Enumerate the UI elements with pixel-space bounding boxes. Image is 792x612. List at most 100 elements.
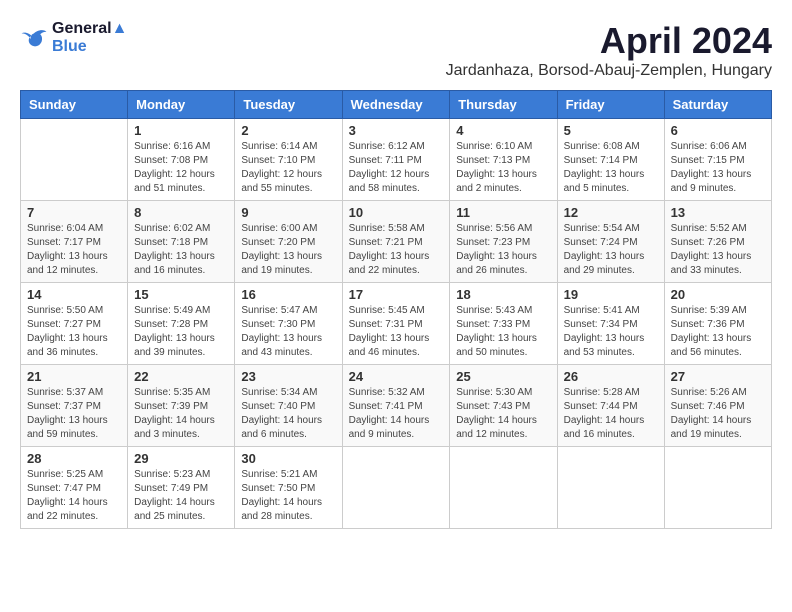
calendar-header-wednesday: Wednesday xyxy=(342,91,450,119)
day-number: 28 xyxy=(27,451,121,466)
day-number: 23 xyxy=(241,369,335,384)
day-info: Sunrise: 5:25 AM Sunset: 7:47 PM Dayligh… xyxy=(27,468,121,524)
day-number: 13 xyxy=(671,205,765,220)
calendar-cell: 5 Sunrise: 6:08 AM Sunset: 7:14 PM Daylig… xyxy=(557,119,664,201)
day-number: 11 xyxy=(456,205,550,220)
calendar-cell: 26Sunrise: 5:28 AM Sunset: 7:44 PM Dayli… xyxy=(557,365,664,447)
day-number: 7 xyxy=(27,205,121,220)
day-number: 30 xyxy=(241,451,335,466)
day-number: 3 xyxy=(349,123,444,138)
day-number: 12 xyxy=(564,205,658,220)
calendar-cell: 15 Sunrise: 5:49 AM Sunset: 7:28 PM Dayli… xyxy=(128,283,235,365)
day-info: Sunrise: 6:08 AM Sunset: 7:14 PM Dayligh… xyxy=(564,140,658,196)
day-info: Sunrise: 5:39 AM Sunset: 7:36 PM Dayligh… xyxy=(671,304,765,360)
day-number: 4 xyxy=(456,123,550,138)
calendar-cell: 19 Sunrise: 5:41 AM Sunset: 7:34 PM Dayli… xyxy=(557,283,664,365)
day-number: 14 xyxy=(27,287,121,302)
calendar-cell: 20Sunrise: 5:39 AM Sunset: 7:36 PM Dayli… xyxy=(664,283,771,365)
day-number: 10 xyxy=(349,205,444,220)
day-info: Sunrise: 6:00 AM Sunset: 7:20 PM Dayligh… xyxy=(241,222,335,278)
day-number: 6 xyxy=(671,123,765,138)
day-info: Sunrise: 5:21 AM Sunset: 7:50 PM Dayligh… xyxy=(241,468,335,524)
calendar-cell: 2 Sunrise: 6:14 AM Sunset: 7:10 PM Daylig… xyxy=(235,119,342,201)
day-number: 19 xyxy=(564,287,658,302)
day-info: Sunrise: 6:06 AM Sunset: 7:15 PM Dayligh… xyxy=(671,140,765,196)
calendar-cell: 28 Sunrise: 5:25 AM Sunset: 7:47 PM Dayli… xyxy=(21,447,128,529)
month-title: April 2024 xyxy=(446,20,772,62)
calendar-cell: 12 Sunrise: 5:54 AM Sunset: 7:24 PM Dayli… xyxy=(557,201,664,283)
calendar-cell: 16 Sunrise: 5:47 AM Sunset: 7:30 PM Dayli… xyxy=(235,283,342,365)
day-info: Sunrise: 6:16 AM Sunset: 7:08 PM Dayligh… xyxy=(134,140,228,196)
location-subtitle: Jardanhaza, Borsod-Abauj-Zemplen, Hungar… xyxy=(446,62,772,80)
calendar-cell: 3Sunrise: 6:12 AM Sunset: 7:11 PM Daylig… xyxy=(342,119,450,201)
calendar-cell: 17 Sunrise: 5:45 AM Sunset: 7:31 PM Dayli… xyxy=(342,283,450,365)
page-header: General▲ Blue April 2024 Jardanhaza, Bor… xyxy=(20,20,772,80)
calendar-cell: 14Sunrise: 5:50 AM Sunset: 7:27 PM Dayli… xyxy=(21,283,128,365)
calendar-cell: 30 Sunrise: 5:21 AM Sunset: 7:50 PM Dayli… xyxy=(235,447,342,529)
day-info: Sunrise: 5:54 AM Sunset: 7:24 PM Dayligh… xyxy=(564,222,658,278)
day-number: 27 xyxy=(671,369,765,384)
day-number: 17 xyxy=(349,287,444,302)
calendar-cell: 25Sunrise: 5:30 AM Sunset: 7:43 PM Dayli… xyxy=(450,365,557,447)
calendar-cell: 21 Sunrise: 5:37 AM Sunset: 7:37 PM Dayli… xyxy=(21,365,128,447)
calendar-table: SundayMondayTuesdayWednesdayThursdayFrid… xyxy=(20,90,772,529)
day-number: 24 xyxy=(349,369,444,384)
calendar-cell: 11 Sunrise: 5:56 AM Sunset: 7:23 PM Dayli… xyxy=(450,201,557,283)
calendar-cell: 13 Sunrise: 5:52 AM Sunset: 7:26 PM Dayli… xyxy=(664,201,771,283)
day-info: Sunrise: 5:26 AM Sunset: 7:46 PM Dayligh… xyxy=(671,386,765,442)
day-info: Sunrise: 5:47 AM Sunset: 7:30 PM Dayligh… xyxy=(241,304,335,360)
logo-icon xyxy=(20,27,48,49)
calendar-week-row: 21 Sunrise: 5:37 AM Sunset: 7:37 PM Dayli… xyxy=(21,365,772,447)
calendar-cell: 8Sunrise: 6:02 AM Sunset: 7:18 PM Daylig… xyxy=(128,201,235,283)
calendar-cell: 1 Sunrise: 6:16 AM Sunset: 7:08 PM Daylig… xyxy=(128,119,235,201)
calendar-cell: 9 Sunrise: 6:00 AM Sunset: 7:20 PM Daylig… xyxy=(235,201,342,283)
day-info: Sunrise: 5:43 AM Sunset: 7:33 PM Dayligh… xyxy=(456,304,550,360)
calendar-cell: 22Sunrise: 5:35 AM Sunset: 7:39 PM Dayli… xyxy=(128,365,235,447)
day-number: 15 xyxy=(134,287,228,302)
day-info: Sunrise: 5:56 AM Sunset: 7:23 PM Dayligh… xyxy=(456,222,550,278)
calendar-week-row: 7 Sunrise: 6:04 AM Sunset: 7:17 PM Daylig… xyxy=(21,201,772,283)
calendar-body: 1 Sunrise: 6:16 AM Sunset: 7:08 PM Daylig… xyxy=(21,119,772,529)
day-info: Sunrise: 5:28 AM Sunset: 7:44 PM Dayligh… xyxy=(564,386,658,442)
calendar-header-row: SundayMondayTuesdayWednesdayThursdayFrid… xyxy=(21,91,772,119)
day-info: Sunrise: 5:23 AM Sunset: 7:49 PM Dayligh… xyxy=(134,468,228,524)
day-info: Sunrise: 5:45 AM Sunset: 7:31 PM Dayligh… xyxy=(349,304,444,360)
day-number: 1 xyxy=(134,123,228,138)
day-info: Sunrise: 5:35 AM Sunset: 7:39 PM Dayligh… xyxy=(134,386,228,442)
day-info: Sunrise: 6:10 AM Sunset: 7:13 PM Dayligh… xyxy=(456,140,550,196)
calendar-cell: 29 Sunrise: 5:23 AM Sunset: 7:49 PM Dayli… xyxy=(128,447,235,529)
logo: General▲ Blue xyxy=(20,20,127,56)
calendar-cell: 7 Sunrise: 6:04 AM Sunset: 7:17 PM Daylig… xyxy=(21,201,128,283)
day-info: Sunrise: 5:49 AM Sunset: 7:28 PM Dayligh… xyxy=(134,304,228,360)
day-number: 25 xyxy=(456,369,550,384)
day-number: 16 xyxy=(241,287,335,302)
day-number: 5 xyxy=(564,123,658,138)
logo-text: General▲ Blue xyxy=(52,20,127,56)
calendar-header-friday: Friday xyxy=(557,91,664,119)
calendar-cell: 23 Sunrise: 5:34 AM Sunset: 7:40 PM Dayli… xyxy=(235,365,342,447)
calendar-week-row: 1 Sunrise: 6:16 AM Sunset: 7:08 PM Daylig… xyxy=(21,119,772,201)
day-info: Sunrise: 5:37 AM Sunset: 7:37 PM Dayligh… xyxy=(27,386,121,442)
day-info: Sunrise: 6:14 AM Sunset: 7:10 PM Dayligh… xyxy=(241,140,335,196)
calendar-week-row: 14Sunrise: 5:50 AM Sunset: 7:27 PM Dayli… xyxy=(21,283,772,365)
calendar-cell xyxy=(557,447,664,529)
calendar-cell xyxy=(450,447,557,529)
calendar-cell: 4 Sunrise: 6:10 AM Sunset: 7:13 PM Daylig… xyxy=(450,119,557,201)
day-number: 18 xyxy=(456,287,550,302)
day-info: Sunrise: 5:52 AM Sunset: 7:26 PM Dayligh… xyxy=(671,222,765,278)
day-info: Sunrise: 5:41 AM Sunset: 7:34 PM Dayligh… xyxy=(564,304,658,360)
day-info: Sunrise: 5:34 AM Sunset: 7:40 PM Dayligh… xyxy=(241,386,335,442)
calendar-cell: 6 Sunrise: 6:06 AM Sunset: 7:15 PM Daylig… xyxy=(664,119,771,201)
day-number: 21 xyxy=(27,369,121,384)
day-number: 2 xyxy=(241,123,335,138)
day-number: 29 xyxy=(134,451,228,466)
day-info: Sunrise: 6:04 AM Sunset: 7:17 PM Dayligh… xyxy=(27,222,121,278)
day-number: 9 xyxy=(241,205,335,220)
calendar-cell xyxy=(342,447,450,529)
calendar-week-row: 28 Sunrise: 5:25 AM Sunset: 7:47 PM Dayli… xyxy=(21,447,772,529)
title-section: April 2024 Jardanhaza, Borsod-Abauj-Zemp… xyxy=(446,20,772,80)
calendar-cell xyxy=(21,119,128,201)
calendar-cell: 18 Sunrise: 5:43 AM Sunset: 7:33 PM Dayli… xyxy=(450,283,557,365)
calendar-header-saturday: Saturday xyxy=(664,91,771,119)
calendar-cell: 27 Sunrise: 5:26 AM Sunset: 7:46 PM Dayli… xyxy=(664,365,771,447)
